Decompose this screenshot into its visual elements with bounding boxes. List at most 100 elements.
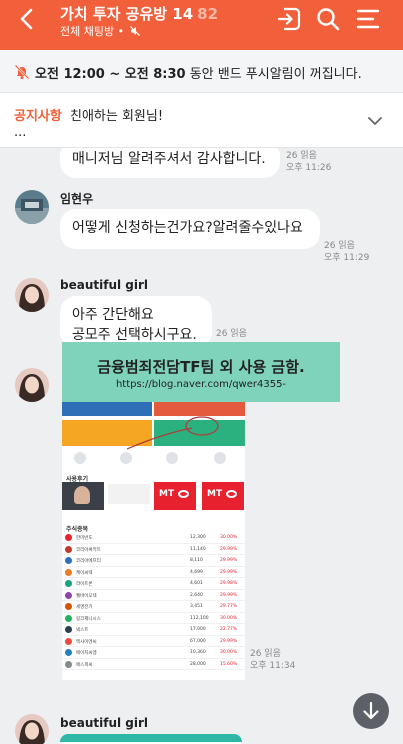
stock-row: 링크제니시스 112,100 30.00%: [62, 613, 245, 624]
stock-logo-icon: [65, 557, 72, 564]
image-icon-row: [68, 452, 238, 470]
message-meta: 26 읽음 오후 11:26: [286, 150, 331, 174]
image-photo: [62, 482, 104, 510]
message-meta: 26 읽음 오후 11:34: [250, 648, 295, 672]
stock-logo-icon: [65, 534, 72, 541]
stock-logo-icon: [65, 614, 72, 622]
stock-price: 17,000: [190, 627, 206, 632]
room-scope: 전체 채팅방 •: [60, 25, 125, 38]
stock-row: 엑사이엔씨 67,000 29.99%: [62, 636, 245, 647]
image-stock-list: 한미반도 12,300 30.00% 코리아써키트 11,140 29.99% 코리아에프티…: [62, 532, 245, 670]
message-bubble[interactable]: 아주 간단해요 공모주 선택하시구요.: [60, 296, 212, 348]
app-header: 가치 투자 공유방 14 82 전체 채팅방 •: [0, 0, 403, 50]
stock-logo-icon: [65, 568, 72, 576]
stock-name: 세명전기: [76, 605, 93, 610]
stock-price: 4,699: [190, 569, 203, 575]
message-text: 어떻게 신청하는건가요?알려줄수있나요: [72, 220, 303, 236]
notice-ellipsis: ...: [14, 125, 27, 140]
stock-price: 28,000: [190, 661, 206, 667]
exit-room-icon[interactable]: [276, 6, 302, 32]
message-time: 오후 11:29: [324, 253, 370, 263]
stock-price: 12,300: [190, 535, 206, 540]
stock-name: 코리아에프티: [76, 559, 101, 564]
push-off-notice-bar: 오전 12:00 ~ 오전 8:30 동안 밴드 푸시알림이 꺼집니다.: [0, 50, 403, 93]
menu-icon[interactable]: [355, 6, 381, 32]
stock-price: 112,100: [190, 615, 209, 621]
stock-logo-icon: [65, 660, 72, 668]
image-brand-tile: MT: [154, 482, 196, 510]
message-text: 매니저님 알려주셔서 감사합니다.: [72, 151, 266, 167]
stock-logo-icon: [65, 545, 72, 553]
chat-room-subtitle: 전체 채팅방 •: [60, 23, 140, 39]
stock-change: 30.00%: [220, 535, 238, 540]
message-bubble[interactable]: 어떻게 신청하는건가요?알려줄수있나요: [60, 209, 320, 249]
stock-change: 29.99%: [220, 592, 238, 598]
sender-name[interactable]: 임현우: [60, 190, 93, 207]
search-icon[interactable]: [315, 6, 341, 32]
scribble-annotation: [126, 416, 219, 450]
read-count: 26 읽음: [324, 241, 355, 251]
avatar-image: [15, 368, 49, 402]
stock-change: 29.99%: [220, 638, 238, 644]
sender-name[interactable]: beautiful girl: [60, 716, 148, 730]
chevron-down-icon[interactable]: [366, 112, 384, 130]
brand-text: MT: [159, 489, 175, 499]
message-time: 오후 11:26: [286, 163, 332, 173]
stock-price: 10,360: [190, 650, 206, 655]
stock-row: 한미반도 12,300 30.00%: [62, 532, 245, 544]
stock-row: 넥스트 17,000 22.77%: [62, 624, 245, 636]
stock-logo-icon: [65, 649, 72, 656]
avatar[interactable]: [15, 368, 49, 402]
message-meta: 26 읽음: [216, 328, 247, 340]
stock-name: 넥스트: [76, 628, 89, 633]
stock-price: 4,601: [190, 581, 203, 586]
stock-change: 29.77%: [220, 604, 238, 609]
pinned-notice[interactable]: 공지사항 친애하는 회원님! ...: [0, 93, 403, 148]
stock-name: 한미반도: [76, 536, 93, 541]
stock-logo-icon: [65, 637, 72, 645]
image-brand-tile: MT: [202, 482, 244, 510]
stock-change: 29.98%: [220, 581, 238, 586]
read-count: 26 읽음: [250, 649, 281, 659]
avatar[interactable]: [15, 190, 49, 224]
stock-change: 30.00%: [220, 650, 238, 655]
watermark-banner: 금융범죄전담TF팀 외 사용 금함. https://blog.naver.co…: [62, 342, 340, 402]
message-meta: 26 읽음 오후 11:29: [324, 240, 369, 264]
stock-price: 2,640: [190, 592, 203, 598]
brand-text: MT: [207, 489, 223, 499]
stock-name: 에이치씨엠: [76, 651, 97, 656]
read-count: 26 읽음: [286, 151, 317, 161]
stock-row: 웰바이오텍 2,640 29.99%: [62, 590, 245, 601]
stock-logo-icon: [65, 580, 72, 587]
message-bubble[interactable]: 매니저님 알려주셔서 감사합니다.: [60, 148, 280, 178]
stock-name: 링크제니시스: [76, 616, 101, 622]
stock-logo-icon: [65, 626, 72, 633]
scroll-to-bottom-button[interactable]: [353, 693, 389, 729]
stock-change: 15.60%: [220, 661, 238, 667]
sender-name[interactable]: beautiful girl: [60, 278, 148, 292]
notice-label: 공지사항: [14, 109, 62, 124]
avatar[interactable]: [15, 714, 49, 744]
stock-row: 에이치씨엠 10,360 30.00%: [62, 647, 245, 659]
watermark-title: 금융범죄전담TF팀 외 사용 금함.: [97, 358, 305, 376]
stock-name: 에스피씨: [76, 662, 93, 668]
back-arrow-icon[interactable]: [14, 6, 40, 32]
stock-change: 30.00%: [220, 615, 238, 621]
read-count: 26 읽음: [216, 329, 247, 339]
notice-text: 친애하는 회원님!: [70, 109, 164, 124]
shared-image[interactable]: 사용후기 MT MT 주식종목 한미반도 12,300 30.00% 코리아써키트 11…: [62, 392, 245, 680]
message-time: 오후 11:34: [250, 661, 296, 671]
stock-price: 67,000: [190, 638, 206, 644]
stock-name: 코리아써키트: [76, 547, 101, 553]
stock-row: 에스피씨 28,000 15.60%: [62, 659, 245, 670]
bubble-accent: [60, 734, 242, 742]
mute-icon: [129, 26, 140, 36]
stock-row: 세명전기 3,451 29.77%: [62, 601, 245, 613]
stock-row: 라이트론 4,601 29.98%: [62, 578, 245, 590]
bell-off-icon: [14, 64, 30, 80]
member-count: 82: [197, 5, 219, 23]
avatar[interactable]: [15, 278, 49, 312]
stock-row: 코리아에프티 8,110 29.99%: [62, 555, 245, 567]
message-text-line: 아주 간단해요: [72, 307, 154, 323]
message-bubble[interactable]: [60, 734, 242, 744]
